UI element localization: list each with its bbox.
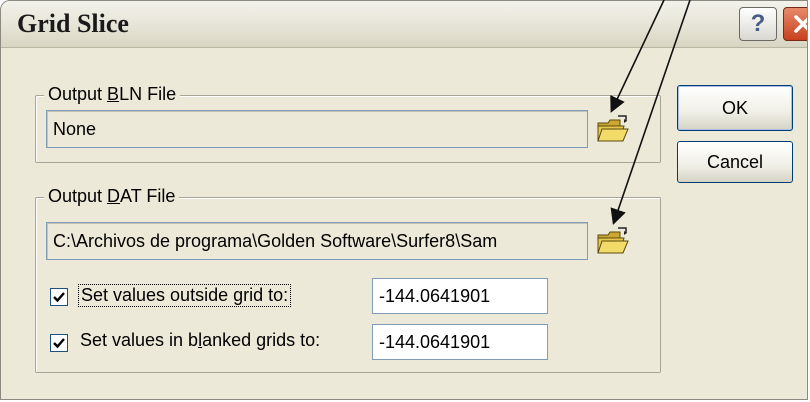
annotation-arrows xyxy=(610,0,691,226)
arrow-to-bln-folder xyxy=(610,0,665,113)
arrow-to-dat-folder xyxy=(610,0,691,226)
